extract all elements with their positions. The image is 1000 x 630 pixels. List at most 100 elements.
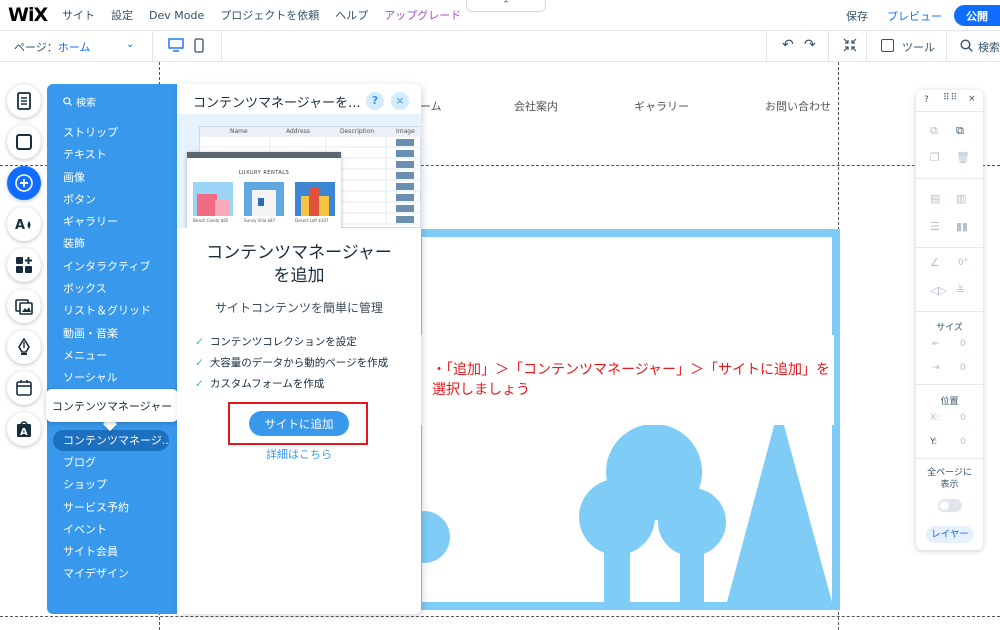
blog-button[interactable] bbox=[7, 330, 41, 364]
site-nav-gallery[interactable]: ギャラリー bbox=[634, 98, 689, 114]
card-caption: Sunny Villa $87 bbox=[244, 218, 276, 223]
card-image bbox=[244, 182, 284, 216]
category-gallery[interactable]: ギャラリー bbox=[63, 211, 151, 233]
publish-button[interactable]: 公開 bbox=[954, 5, 1000, 26]
close-button[interactable]: × bbox=[391, 92, 409, 110]
rotation-value[interactable]: 0° bbox=[958, 258, 968, 268]
flip-vertical-icon[interactable]: ≚ bbox=[956, 284, 965, 297]
save-button[interactable]: 保存 bbox=[846, 8, 868, 24]
bookings-button[interactable] bbox=[7, 371, 41, 405]
rotate-icon[interactable]: ∠ bbox=[930, 256, 940, 269]
collapse-topbar-button[interactable]: ⌃ bbox=[466, 0, 546, 12]
arrange-icon[interactable]: ▥ bbox=[956, 192, 966, 205]
divider bbox=[916, 247, 983, 248]
x-label: X: bbox=[930, 413, 940, 423]
calendar-icon bbox=[16, 380, 32, 396]
category-interactive[interactable]: インタラクティブ bbox=[63, 256, 151, 278]
pen-icon bbox=[18, 338, 30, 355]
category-menu[interactable]: メニュー bbox=[63, 345, 151, 367]
site-nav-about[interactable]: 会社案内 bbox=[514, 98, 558, 114]
align-icon[interactable]: ☰ bbox=[930, 220, 940, 233]
search-button[interactable]: 検索 bbox=[978, 39, 1000, 55]
theme-button[interactable]: A bbox=[7, 207, 41, 241]
help-button[interactable]: ? bbox=[924, 95, 929, 105]
apps-button[interactable] bbox=[7, 248, 41, 282]
menu-site[interactable]: サイト bbox=[62, 7, 95, 23]
panel-search[interactable]: 検索 bbox=[63, 94, 96, 109]
background-icon bbox=[16, 134, 32, 150]
copy-icon[interactable]: ⧉ bbox=[930, 124, 938, 138]
wix-logo[interactable]: WiX bbox=[8, 4, 52, 26]
my-business-button[interactable]: A bbox=[7, 412, 41, 446]
background-button[interactable] bbox=[7, 125, 41, 159]
divider bbox=[946, 31, 947, 62]
feature-item: ✓ カスタムフォームを作成 bbox=[195, 374, 388, 395]
category-events[interactable]: イベント bbox=[63, 519, 129, 541]
site-nav-home[interactable]: ーム bbox=[420, 98, 442, 114]
panel-search-label: 検索 bbox=[76, 98, 96, 109]
mobile-icon[interactable] bbox=[194, 38, 204, 53]
undo-icon[interactable]: ↶ bbox=[782, 37, 794, 53]
category-strip[interactable]: ストリップ bbox=[63, 122, 151, 144]
paste-icon[interactable]: ⧉ bbox=[956, 124, 964, 138]
category-social[interactable]: ソーシャル bbox=[63, 367, 151, 389]
category-video-music[interactable]: 動画・音楽 bbox=[63, 323, 151, 345]
media-button[interactable] bbox=[7, 289, 41, 323]
x-value[interactable]: 0 bbox=[960, 413, 966, 423]
menu-help[interactable]: ヘルプ bbox=[335, 7, 368, 23]
site-nav-contact[interactable]: お問い合わせ bbox=[765, 98, 831, 114]
divider bbox=[766, 31, 767, 62]
add-button[interactable] bbox=[7, 166, 41, 200]
show-all-pages-label: 全ページに表示 bbox=[927, 468, 972, 490]
category-decorative[interactable]: 装飾 bbox=[63, 233, 151, 255]
layers-button[interactable]: レイヤー bbox=[926, 526, 974, 543]
category-button[interactable]: ボタン bbox=[63, 189, 151, 211]
feature-item-label: コンテンツコレクションを設定 bbox=[209, 336, 357, 348]
height-value[interactable]: 0 bbox=[960, 363, 966, 373]
preview-button[interactable]: プレビュー bbox=[887, 8, 942, 24]
apps-icon bbox=[16, 257, 32, 273]
category-my-designs[interactable]: マイデザイン bbox=[63, 563, 129, 585]
chevron-down-icon[interactable]: ⌄ bbox=[126, 39, 134, 50]
redo-icon[interactable]: ↷ bbox=[804, 37, 816, 53]
y-value[interactable]: 0 bbox=[960, 437, 966, 447]
width-value[interactable]: 0 bbox=[960, 339, 966, 349]
tools-button[interactable]: ツール bbox=[902, 39, 935, 55]
menu-hire[interactable]: プロジェクトを依頼 bbox=[220, 7, 319, 23]
help-button[interactable]: ? bbox=[366, 92, 384, 110]
tooltip: コンテンツマネージャー bbox=[46, 389, 178, 422]
learn-more-link[interactable]: 詳細はこちら bbox=[177, 446, 421, 462]
search-icon[interactable] bbox=[960, 39, 973, 52]
page-selector[interactable]: ページ：ホーム bbox=[14, 39, 90, 55]
menu-upgrade[interactable]: アップグレード bbox=[384, 7, 461, 23]
flip-horizontal-icon[interactable]: ◁▷ bbox=[930, 284, 947, 297]
pages-button[interactable] bbox=[7, 84, 41, 118]
check-icon: ✓ bbox=[195, 336, 204, 348]
close-button[interactable]: × bbox=[968, 94, 976, 104]
arrange-icon[interactable]: ▤ bbox=[930, 192, 940, 205]
drag-handle-icon[interactable]: ⠿⠿ bbox=[943, 93, 958, 103]
position-label: 位置 bbox=[940, 397, 959, 407]
show-all-pages-toggle[interactable] bbox=[938, 499, 962, 512]
category-bookings[interactable]: サービス予約 bbox=[63, 497, 129, 519]
category-members[interactable]: サイト会員 bbox=[63, 541, 129, 563]
page-value: ホーム bbox=[57, 41, 91, 54]
add-to-site-button[interactable]: サイトに追加 bbox=[249, 411, 349, 436]
zoom-out-icon[interactable] bbox=[843, 38, 857, 52]
menu-dev-mode[interactable]: Dev Mode bbox=[149, 9, 204, 22]
category-store[interactable]: ショップ bbox=[63, 474, 129, 496]
category-content-manager[interactable]: コンテンツマネージ... bbox=[53, 430, 169, 451]
delete-icon[interactable]: 🗑 bbox=[956, 151, 970, 164]
duplicate-icon[interactable]: ❐ bbox=[930, 151, 940, 164]
illustration-window: LUXURY RENTALS Beach Condo $85 Sunny Vil… bbox=[187, 152, 341, 228]
tools-icon[interactable] bbox=[881, 39, 894, 52]
desktop-icon[interactable] bbox=[168, 38, 184, 52]
menu-settings[interactable]: 設定 bbox=[111, 7, 133, 23]
category-list-grid[interactable]: リスト＆グリッド bbox=[63, 300, 151, 322]
category-box[interactable]: ボックス bbox=[63, 278, 151, 300]
add-panel: 検索 ストリップ テキスト 画像 ボタン ギャラリー 装飾 インタラクティブ ボ… bbox=[47, 84, 177, 614]
category-text[interactable]: テキスト bbox=[63, 144, 151, 166]
distribute-icon[interactable]: ▮▮ bbox=[956, 220, 968, 233]
category-image[interactable]: 画像 bbox=[63, 167, 151, 189]
category-blog[interactable]: ブログ bbox=[63, 452, 129, 474]
